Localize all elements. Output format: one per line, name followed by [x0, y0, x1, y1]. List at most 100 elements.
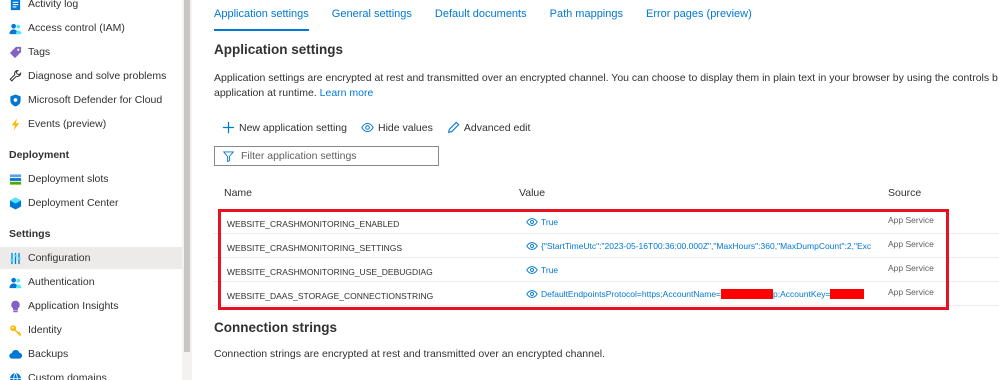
redaction-block [721, 289, 774, 299]
tag-icon [9, 46, 22, 59]
cube-icon [9, 196, 22, 210]
setting-source: App Service [888, 215, 934, 225]
description-line-2: application at runtime. Learn more [214, 86, 999, 101]
slots-icon [9, 173, 22, 186]
table-row[interactable]: WEBSITE_CRASHMONITORING_USE_DEBUGDIAG Tr… [214, 258, 999, 282]
value-text-prefix: DefaultEndpointsProtocol=https;AccountNa… [541, 289, 722, 299]
section-title-application-settings: Application settings [214, 42, 344, 57]
eye-icon [526, 290, 538, 298]
setting-source: App Service [888, 263, 934, 273]
tab-application-settings[interactable]: Application settings [214, 7, 309, 31]
sliders-icon [9, 252, 22, 265]
learn-more-link[interactable]: Learn more [320, 87, 374, 99]
sidebar-item-app-insights[interactable]: Application Insights [0, 295, 182, 317]
tab-bar: Application settings General settings De… [214, 7, 775, 31]
setting-value[interactable]: True [526, 264, 880, 276]
sidebar-item-deployment-slots[interactable]: Deployment slots [0, 168, 182, 190]
plus-icon [222, 121, 235, 134]
column-header-name[interactable]: Name [224, 187, 252, 199]
sidebar-item-activity-log[interactable]: Activity log [0, 0, 182, 15]
sidebar-item-label: Authentication [28, 276, 95, 288]
setting-value[interactable]: True [526, 216, 880, 228]
eye-icon [526, 266, 538, 274]
sidebar-item-authentication[interactable]: Authentication [0, 271, 182, 293]
setting-value[interactable]: DefaultEndpointsProtocol=https;AccountNa… [526, 288, 880, 300]
value-text: True [541, 217, 559, 227]
sidebar-item-label: Events (preview) [28, 118, 107, 130]
configuration-pane: Application settings General settings De… [192, 0, 999, 380]
activity-log-icon [9, 0, 22, 11]
table-row[interactable]: WEBSITE_DAAS_STORAGE_CONNECTIONSTRING De… [214, 282, 999, 306]
advanced-edit-button[interactable]: Advanced edit [447, 121, 531, 134]
sidebar-item-label: Configuration [28, 252, 91, 264]
sidebar-section-settings: Settings [9, 228, 51, 240]
button-label: New application setting [239, 121, 347, 134]
eye-icon [526, 242, 538, 250]
table-row[interactable]: WEBSITE_CRASHMONITORING_ENABLED True App… [214, 210, 999, 234]
people-icon [9, 276, 22, 289]
sidebar-item-label: Custom domains [28, 372, 107, 380]
sidebar-item-backups[interactable]: Backups [0, 343, 182, 365]
shield-icon [9, 93, 22, 107]
sidebar-item-label: Tags [28, 46, 51, 58]
new-application-setting-button[interactable]: New application setting [222, 121, 347, 134]
button-label: Hide values [377, 121, 433, 134]
sidebar-item-label: Access control (IAM) [28, 22, 125, 34]
app-settings-description: Application settings are encrypted at re… [214, 71, 999, 101]
sidebar-scrollbar[interactable] [182, 0, 192, 380]
scrollbar-thumb[interactable] [184, 0, 190, 352]
sidebar-item-label: Backups [28, 348, 69, 360]
command-bar: New application setting Hide values Adva… [222, 121, 544, 134]
tab-general-settings[interactable]: General settings [332, 7, 412, 31]
hide-values-button[interactable]: Hide values [361, 121, 433, 134]
sidebar-item-access-control[interactable]: Access control (IAM) [0, 17, 182, 39]
setting-value[interactable]: {"StartTimeUtc":"2023-05-16T00:36:00.000… [526, 240, 880, 252]
sidebar-item-deployment-center[interactable]: Deployment Center [0, 192, 182, 214]
lightning-icon [9, 117, 22, 131]
cloud-icon [9, 348, 22, 361]
value-text-middle: p;AccountKey= [773, 289, 831, 299]
setting-name: WEBSITE_DAAS_STORAGE_CONNECTIONSTRING [227, 291, 434, 301]
table-row[interactable]: WEBSITE_CRASHMONITORING_SETTINGS {"Start… [214, 234, 999, 258]
setting-source: App Service [888, 287, 934, 297]
value-text: {"StartTimeUtc":"2023-05-16T00:36:00.000… [541, 241, 872, 251]
filter-placeholder: Filter application settings [241, 150, 357, 162]
description-text: application at runtime. [214, 87, 317, 99]
setting-name: WEBSITE_CRASHMONITORING_USE_DEBUGDIAG [227, 267, 433, 277]
setting-source: App Service [888, 239, 934, 249]
wrench-icon [9, 69, 22, 83]
sidebar-item-identity[interactable]: Identity [0, 319, 182, 341]
section-title-connection-strings: Connection strings [214, 320, 338, 335]
button-label: Advanced edit [463, 121, 531, 134]
sidebar-item-defender[interactable]: Microsoft Defender for Cloud [0, 89, 182, 111]
sidebar-item-label: Activity log [28, 0, 79, 10]
redaction-block [830, 289, 865, 299]
column-header-source[interactable]: Source [888, 187, 921, 199]
setting-name: WEBSITE_CRASHMONITORING_SETTINGS [227, 243, 403, 253]
sidebar-item-custom-domains[interactable]: Custom domains [0, 367, 182, 380]
sidebar-item-label: Microsoft Defender for Cloud [28, 94, 163, 106]
filter-application-settings-input[interactable]: Filter application settings [214, 146, 439, 166]
pencil-icon [447, 121, 460, 134]
eye-icon [361, 122, 374, 133]
sidebar-item-label: Diagnose and solve problems [28, 70, 167, 82]
tab-path-mappings[interactable]: Path mappings [550, 7, 623, 31]
sidebar-section-deployment: Deployment [9, 149, 70, 161]
people-icon [9, 22, 22, 35]
sidebar-item-label: Identity [28, 324, 62, 336]
filter-icon [223, 150, 234, 162]
resource-menu: Activity log Access control (IAM) Tags D… [0, 0, 182, 380]
value-text: True [541, 265, 559, 275]
sidebar-item-tags[interactable]: Tags [0, 41, 182, 63]
sidebar-item-label: Application Insights [28, 300, 119, 312]
sidebar-item-diagnose[interactable]: Diagnose and solve problems [0, 65, 182, 87]
globe-icon [9, 372, 22, 380]
sidebar-item-configuration[interactable]: Configuration [0, 247, 182, 269]
connection-strings-description: Connection strings are encrypted at rest… [214, 348, 606, 360]
column-header-value[interactable]: Value [519, 187, 545, 199]
sidebar-item-label: Deployment slots [28, 173, 109, 185]
tab-error-pages[interactable]: Error pages (preview) [646, 7, 752, 31]
sidebar-item-events[interactable]: Events (preview) [0, 113, 182, 135]
sidebar-item-label: Deployment Center [28, 197, 119, 209]
tab-default-documents[interactable]: Default documents [435, 7, 527, 31]
